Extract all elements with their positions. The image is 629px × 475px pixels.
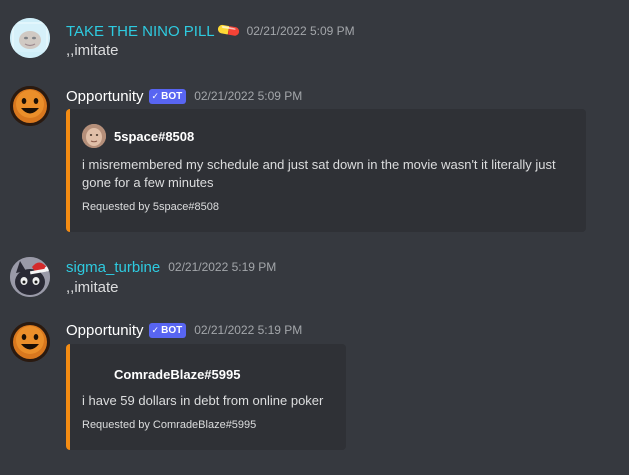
embed-author-name[interactable]: ComradeBlaze#5995 — [114, 367, 240, 382]
embed-footer: Requested by 5space#8508 — [82, 201, 219, 213]
embed-description: i have 59 dollars in debt from online po… — [82, 393, 324, 408]
message-header: Opportunity ✓ BOT 02/21/2022 5:19 PM — [66, 319, 302, 341]
author-avatar — [82, 362, 106, 386]
embed-description: i misremembered my schedule and just sat… — [82, 157, 556, 190]
cat-santa-hat-icon — [10, 257, 50, 297]
timestamp: 02/21/2022 5:09 PM — [194, 89, 303, 103]
verified-check-icon: ✓ — [151, 90, 160, 101]
username[interactable]: Opportunity — [66, 88, 144, 105]
user-avatar[interactable] — [10, 257, 50, 297]
embed: ComradeBlaze#5995 i have 59 dollars in d… — [66, 344, 346, 450]
bot-avatar[interactable] — [10, 86, 50, 126]
pill-emoji: 💊 — [215, 18, 242, 45]
frozen-face-icon — [10, 18, 50, 58]
message-header: TAKE THE NINO PILL 💊 02/21/2022 5:09 PM — [66, 18, 355, 45]
timestamp: 02/21/2022 5:19 PM — [168, 260, 277, 274]
embed-author[interactable]: ComradeBlaze#5995 — [82, 362, 240, 386]
username[interactable]: TAKE THE NINO PILL — [66, 23, 215, 40]
message-content: ,,imitate — [66, 279, 119, 296]
bot-tag: ✓ BOT — [148, 322, 187, 338]
embed: 5space#8508 i misremembered my schedule … — [66, 109, 586, 232]
embed-footer: Requested by ComradeBlaze#5995 — [82, 419, 257, 431]
username[interactable]: Opportunity — [66, 322, 144, 339]
message-header: sigma_turbine 02/21/2022 5:19 PM — [66, 256, 276, 278]
message: TAKE THE NINO PILL 💊 02/21/2022 5:09 PM … — [0, 0, 629, 70]
bot-avatar[interactable] — [10, 322, 50, 362]
user-avatar[interactable] — [10, 18, 50, 58]
username[interactable]: sigma_turbine — [66, 259, 160, 276]
author-avatar — [82, 124, 106, 148]
timestamp: 02/21/2022 5:09 PM — [246, 24, 355, 38]
embed-author[interactable]: 5space#8508 — [82, 124, 194, 148]
timestamp: 02/21/2022 5:19 PM — [194, 323, 303, 337]
bot-tag: ✓ BOT — [148, 88, 187, 104]
bot-tag-label: BOT — [161, 90, 183, 102]
verified-check-icon: ✓ — [151, 324, 160, 335]
embed-author-name[interactable]: 5space#8508 — [114, 129, 194, 144]
smiley-face-icon — [10, 86, 50, 126]
smiley-face-icon — [10, 322, 50, 362]
message-header: Opportunity ✓ BOT 02/21/2022 5:09 PM — [66, 85, 302, 107]
face-icon — [82, 124, 106, 148]
bot-tag-label: BOT — [161, 324, 183, 336]
message-content: ,,imitate — [66, 42, 119, 59]
